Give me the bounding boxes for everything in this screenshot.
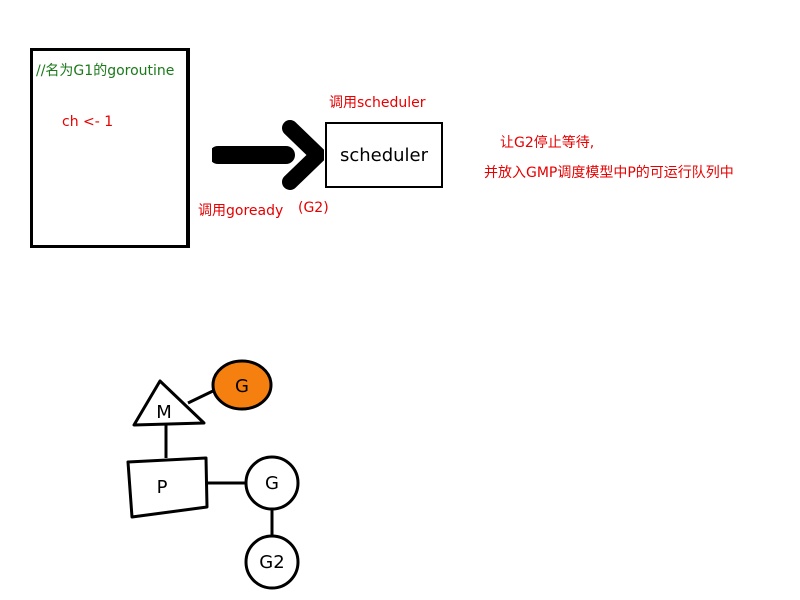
gmp-diagram: G M P G G2 <box>126 359 300 590</box>
note-line-1: 让G2停止等待, <box>500 135 595 151</box>
p-label: P <box>157 477 168 498</box>
running-g-label: G <box>235 376 249 397</box>
scheduler-box: scheduler <box>325 122 443 188</box>
m-label: M <box>156 402 172 423</box>
goroutine-comment: //名为G1的goroutine <box>36 63 175 79</box>
queued-g-label: G <box>265 473 279 494</box>
call-goready-label: 调用goready <box>198 203 284 219</box>
goready-arg-label: (G2) <box>298 200 329 216</box>
arrow-right-icon <box>212 120 324 190</box>
g2-label: G2 <box>259 552 284 573</box>
channel-send-code: ch <- 1 <box>62 114 114 130</box>
p-box <box>126 456 209 519</box>
call-scheduler-label: 调用scheduler <box>329 95 426 111</box>
m-g-link <box>187 388 216 405</box>
note-line-2: 并放入GMP调度模型中P的可运行队列中 <box>484 165 734 181</box>
